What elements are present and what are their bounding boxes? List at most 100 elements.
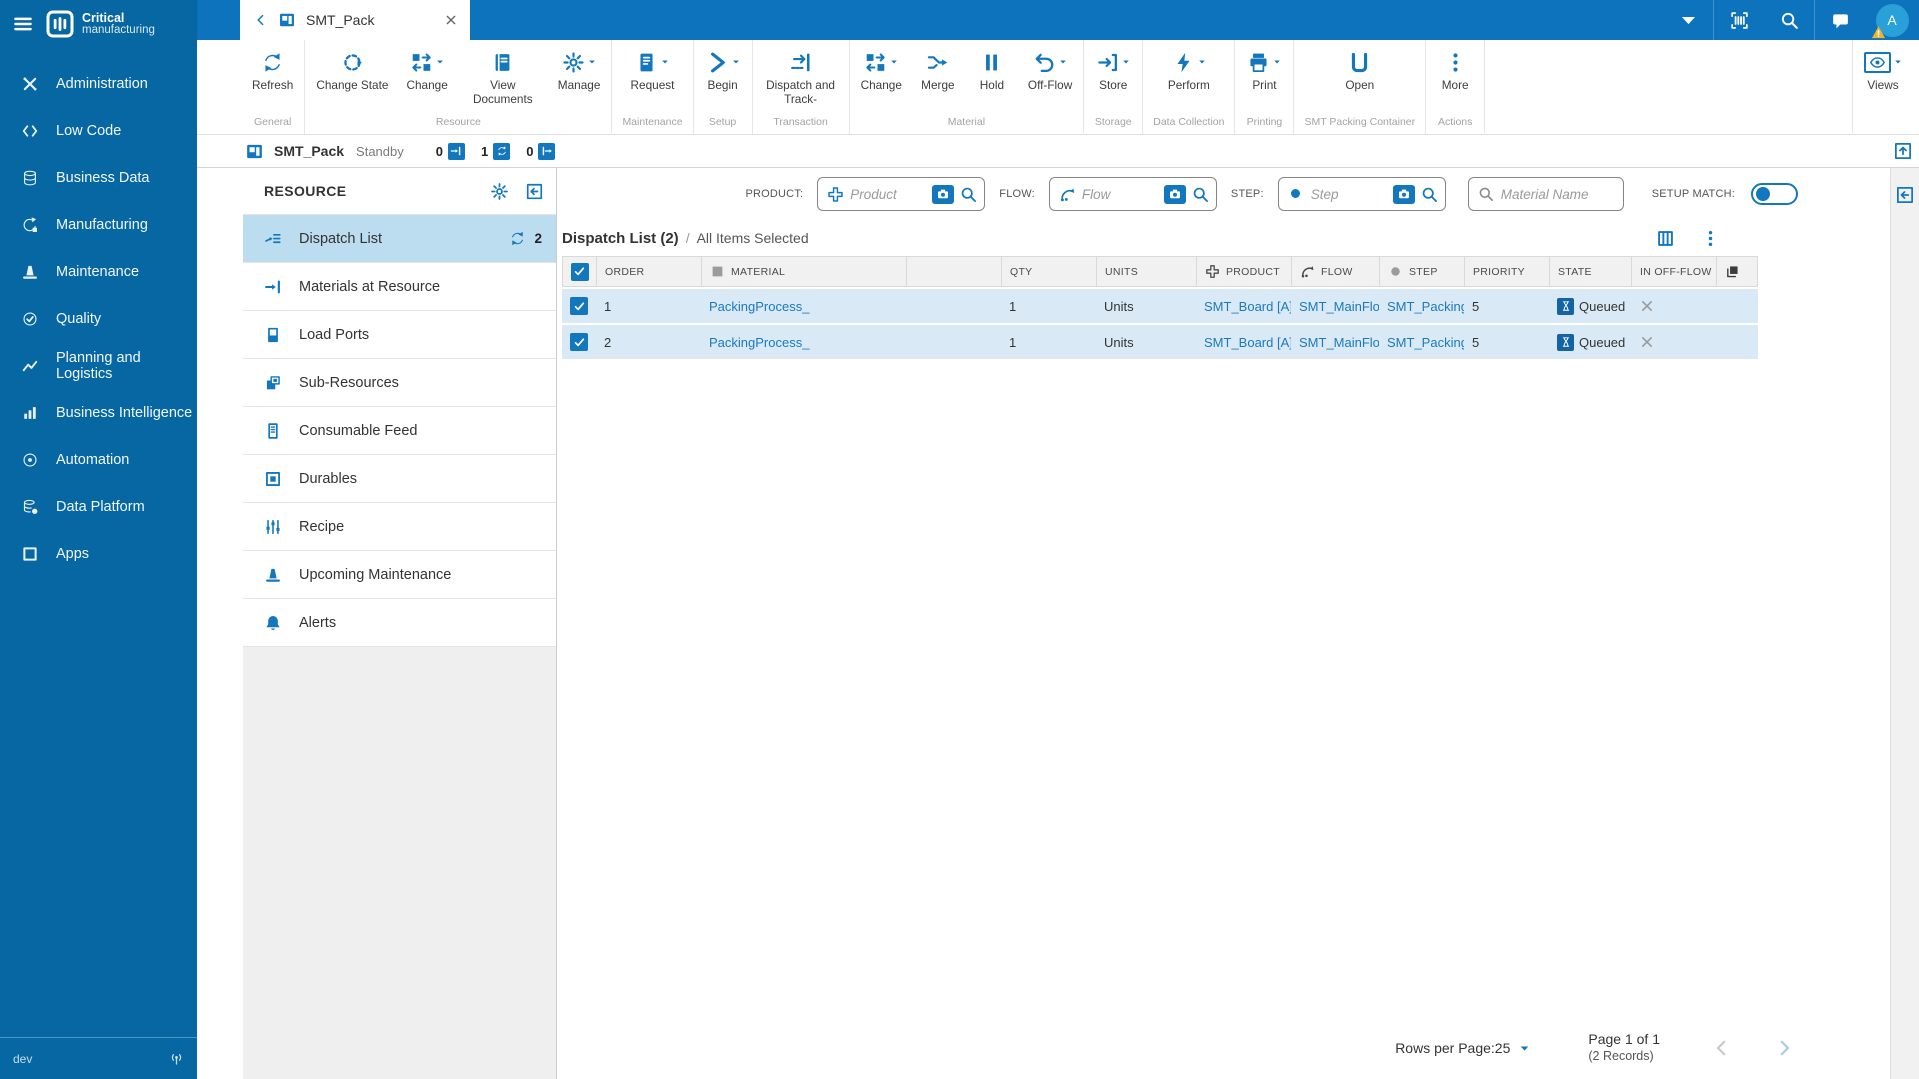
off-flow-button[interactable]: Off-Flow (1019, 40, 1081, 116)
messages-button[interactable] (1815, 0, 1865, 40)
material-name-filter-box[interactable] (1467, 177, 1624, 211)
column-header-extra-11[interactable] (1717, 257, 1759, 286)
settings-gear-icon[interactable] (490, 182, 509, 201)
sidebar-item-manufacturing[interactable]: Manufacturing (0, 201, 197, 248)
sidebar-item-data-platform[interactable]: Data Platform (0, 483, 197, 530)
refresh-button[interactable]: Refresh (243, 40, 302, 116)
sidebar-item-business-intelligence[interactable]: Business Intelligence (0, 389, 197, 436)
material-link[interactable]: PackingProcess_ (709, 299, 809, 314)
flow-filter-box[interactable] (1048, 177, 1217, 211)
panel-item-load-ports[interactable]: Load Ports (243, 310, 556, 358)
row-checkbox[interactable] (570, 297, 588, 315)
flow-search-icon[interactable] (1192, 186, 1209, 203)
select-all-checkbox[interactable] (570, 262, 589, 281)
flow-link[interactable]: SMT_MainFlow [A] (1299, 335, 1379, 350)
panel-item-consumable-feed[interactable]: Consumable Feed (243, 406, 556, 454)
hamburger-menu-icon[interactable] (10, 11, 36, 37)
dispatch-and-track-button[interactable]: Dispatch and Track- (755, 40, 847, 116)
flow-link[interactable]: SMT_MainFlow [A] (1299, 299, 1379, 314)
collapse-up-icon[interactable] (1893, 141, 1913, 161)
more-options-icon[interactable] (1701, 229, 1720, 248)
collapse-panel-icon[interactable] (525, 182, 544, 201)
request-button[interactable]: Request (622, 40, 684, 116)
step-search-icon[interactable] (1421, 186, 1438, 203)
open-button[interactable]: Open (1333, 40, 1387, 116)
panel-item-alerts[interactable]: Alerts (243, 598, 556, 646)
step-filter-input[interactable] (1310, 186, 1387, 202)
store-button[interactable]: Store (1086, 40, 1140, 116)
manage-button[interactable]: Manage (549, 40, 610, 116)
table-row[interactable]: 2 PackingProcess_ 1 Units SMT_Board [A] SMT_M… (562, 325, 1758, 359)
column-header-product[interactable]: PRODUCT (1197, 257, 1292, 286)
print-button[interactable]: Print (1237, 40, 1291, 116)
view-documents-button[interactable]: View Documents (457, 40, 549, 116)
counter-track-out[interactable]: 0 (526, 142, 556, 160)
column-header-state[interactable]: STATE (1550, 257, 1632, 286)
collapse-right-panel-icon[interactable] (1895, 185, 1915, 1079)
previous-page-icon[interactable] (1712, 1038, 1732, 1058)
dispatch-count-badge[interactable]: 2 (509, 230, 542, 247)
barcode-scan-button[interactable] (1714, 0, 1764, 40)
flow-camera-button[interactable] (1163, 184, 1186, 204)
material-name-input[interactable] (1500, 186, 1601, 202)
more-button[interactable]: More (1428, 40, 1482, 116)
step-camera-button[interactable] (1392, 184, 1415, 204)
sidebar-item-automation[interactable]: Automation (0, 436, 197, 483)
sidebar-item-business-data[interactable]: Business Data (0, 154, 197, 201)
setup-match-toggle[interactable] (1751, 183, 1798, 205)
product-search-icon[interactable] (960, 186, 977, 203)
sidebar-item-administration[interactable]: Administration (0, 60, 197, 107)
column-header-step[interactable]: STEP (1380, 257, 1465, 286)
panel-item-durables[interactable]: Durables (243, 454, 556, 502)
column-header-order[interactable]: ORDER (597, 257, 702, 286)
step-link[interactable]: SMT_Packing (1387, 335, 1464, 350)
panel-item-recipe[interactable]: Recipe (243, 502, 556, 550)
begin-button[interactable]: Begin (696, 40, 750, 116)
change-button[interactable]: Change (852, 40, 911, 116)
tab-back-icon[interactable] (254, 13, 268, 27)
merge-button[interactable]: Merge (911, 40, 965, 116)
sidebar-item-maintenance[interactable]: Maintenance (0, 248, 197, 295)
sidebar-item-low-code[interactable]: Low Code (0, 107, 197, 154)
product-filter-box[interactable] (817, 177, 986, 211)
tab-close-icon[interactable] (444, 13, 458, 27)
material-link[interactable]: PackingProcess_ (709, 335, 809, 350)
sidebar-item-quality[interactable]: Quality (0, 295, 197, 342)
product-filter-input[interactable] (850, 186, 927, 202)
column-header-in-off-flow[interactable]: IN OFF-FLOW (1632, 257, 1717, 286)
column-header-extra-2[interactable] (907, 257, 1002, 286)
rows-per-page-control[interactable]: Rows per Page:25 (1395, 1040, 1530, 1056)
change-state-button[interactable]: Change State (307, 40, 397, 116)
panel-item-dispatch-list[interactable]: Dispatch List 2 (243, 214, 556, 262)
panel-item-materials-at-resource[interactable]: Materials at Resource (243, 262, 556, 310)
next-page-icon[interactable] (1774, 1038, 1794, 1058)
panel-item-sub-resources[interactable]: Sub-Resources (243, 358, 556, 406)
column-chooser-icon[interactable] (1656, 229, 1675, 248)
column-header-units[interactable]: UNITS (1097, 257, 1197, 286)
x-mark-icon[interactable] (1639, 334, 1655, 350)
table-row[interactable]: 1 PackingProcess_ 1 Units SMT_Board [A] SMT_M… (562, 289, 1758, 323)
brand-logo[interactable]: Critical manufacturing (45, 9, 155, 39)
step-link[interactable]: SMT_Packing (1387, 299, 1464, 314)
product-link[interactable]: SMT_Board [A] (1204, 335, 1291, 350)
tab-smt-pack[interactable]: SMT_Pack (240, 0, 470, 40)
counter-track-in[interactable]: 0 (436, 142, 465, 160)
column-header-priority[interactable]: PRIORITY (1465, 257, 1550, 286)
views-button[interactable]: Views (1855, 40, 1911, 116)
step-filter-box[interactable] (1277, 177, 1446, 211)
change-button[interactable]: Change (397, 40, 456, 116)
counter-in-process[interactable]: 1 (481, 142, 511, 160)
x-mark-icon[interactable] (1639, 298, 1655, 314)
sidebar-item-apps[interactable]: Apps (0, 530, 197, 577)
perform-button[interactable]: Perform (1159, 40, 1219, 116)
column-header-qty[interactable]: QTY (1002, 257, 1097, 286)
global-search-button[interactable] (1764, 0, 1814, 40)
product-link[interactable]: SMT_Board [A] (1204, 299, 1291, 314)
product-camera-button[interactable] (932, 184, 955, 204)
topbar-dropdown-button[interactable] (1663, 0, 1713, 40)
user-menu[interactable]: A (1865, 0, 1919, 40)
panel-item-upcoming-maintenance[interactable]: Upcoming Maintenance (243, 550, 556, 598)
row-checkbox[interactable] (570, 333, 588, 351)
column-header-flow[interactable]: FLOW (1292, 257, 1380, 286)
sidebar-item-planning-and-logistics[interactable]: Planning and Logistics (0, 342, 197, 389)
